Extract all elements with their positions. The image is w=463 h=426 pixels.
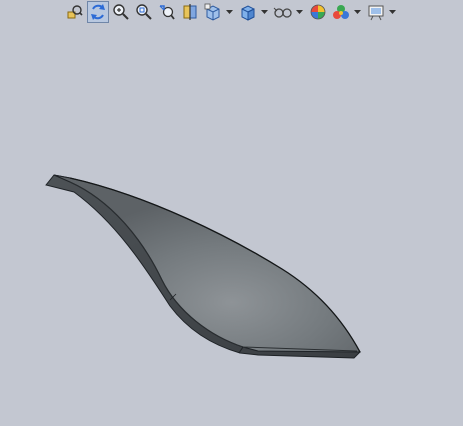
3d-model-part[interactable] <box>0 0 463 426</box>
graphics-area[interactable] <box>0 0 463 426</box>
